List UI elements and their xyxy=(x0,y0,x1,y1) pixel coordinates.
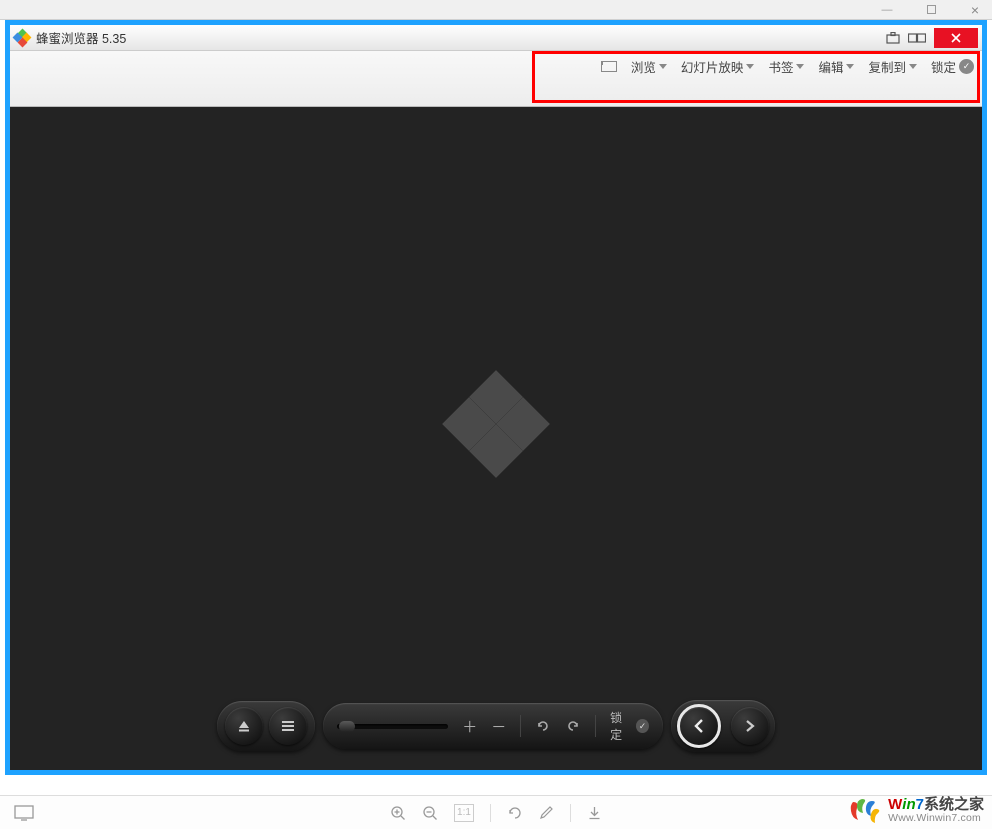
float-group-center: ＋ － 锁定 ✓ xyxy=(323,703,663,749)
app-titlebar: 蜂蜜浏览器 5.35 xyxy=(10,25,982,51)
eject-button[interactable] xyxy=(225,707,263,745)
divider xyxy=(570,804,571,822)
brand-7: 7 xyxy=(916,796,924,813)
browse-menu[interactable]: 浏览 xyxy=(631,57,667,76)
magnify-minus-icon xyxy=(422,805,438,821)
chevron-down-icon xyxy=(909,64,917,69)
check-icon: ✓ xyxy=(959,59,974,74)
app-logo-icon xyxy=(14,30,30,46)
brand-cn: 系统之家 xyxy=(924,796,984,813)
slideshow-menu[interactable]: 幻灯片放映 xyxy=(681,57,755,76)
screen-icon xyxy=(14,805,34,821)
watermark-logo-icon xyxy=(848,796,882,826)
rotate-icon xyxy=(507,805,523,821)
copyto-menu[interactable]: 复制到 xyxy=(868,57,917,76)
lock-button[interactable]: 锁定 ✓ xyxy=(931,57,974,76)
chevron-left-icon xyxy=(691,717,707,735)
app-title: 蜂蜜浏览器 5.35 xyxy=(36,28,126,47)
os-close-button[interactable]: × xyxy=(962,1,988,19)
status-zoom-out-button[interactable] xyxy=(422,805,438,821)
status-view-button[interactable] xyxy=(14,805,34,821)
snapshot-button[interactable] xyxy=(882,29,904,47)
os-minimize-button[interactable]: — xyxy=(874,1,900,19)
float-lock-button[interactable]: 锁定 ✓ xyxy=(610,709,649,743)
status-zoom-in-button[interactable] xyxy=(390,805,406,821)
menu-list-button[interactable] xyxy=(269,707,307,745)
image-viewer-canvas[interactable]: ＋ － 锁定 ✓ xyxy=(10,107,982,770)
status-rotate-button[interactable] xyxy=(507,805,523,821)
zoom-slider[interactable] xyxy=(337,724,448,729)
edit-menu[interactable]: 编辑 xyxy=(818,57,854,76)
chevron-down-icon xyxy=(796,64,804,69)
rotate-ccw-button[interactable] xyxy=(535,718,551,734)
toolbar-menu: 浏览 幻灯片放映 书签 编辑 复制到 锁定 ✓ xyxy=(601,57,974,76)
status-download-button[interactable] xyxy=(587,805,602,821)
download-icon xyxy=(587,805,602,821)
redo-icon xyxy=(565,718,581,734)
prev-button[interactable] xyxy=(677,704,721,748)
os-titlebar: — × xyxy=(0,0,992,20)
os-maximize-button[interactable] xyxy=(918,1,944,19)
float-lock-label: 锁定 xyxy=(610,709,632,743)
status-actual-size-button[interactable]: 1:1 xyxy=(454,804,474,822)
app-window: 蜂蜜浏览器 5.35 浏览 幻灯片放映 xyxy=(5,20,987,775)
divider xyxy=(595,715,596,737)
watermark: Win7系统之家 Www.Winwin7.com xyxy=(848,796,984,826)
menu-icon xyxy=(280,719,296,733)
undo-icon xyxy=(535,718,551,734)
float-group-left xyxy=(217,701,315,751)
slideshow-label: 幻灯片放映 xyxy=(681,57,744,76)
pencil-icon xyxy=(539,805,554,820)
toolbar: 浏览 幻灯片放映 书签 编辑 复制到 锁定 ✓ xyxy=(10,51,982,107)
float-group-nav xyxy=(671,700,775,752)
minimize-icon: — xyxy=(882,4,893,16)
bookmark-label: 书签 xyxy=(768,57,793,76)
fit-screen-icon xyxy=(601,61,617,72)
app-close-button[interactable] xyxy=(934,28,978,48)
close-icon xyxy=(950,32,962,44)
watermark-url: Www.Winwin7.com xyxy=(888,813,984,825)
ratio-label: 1:1 xyxy=(457,807,471,818)
fit-screen-button[interactable] xyxy=(601,61,617,72)
lock-label: 锁定 xyxy=(931,57,956,76)
chevron-down-icon xyxy=(846,64,854,69)
rotate-cw-button[interactable] xyxy=(565,718,581,734)
edit-label: 编辑 xyxy=(818,57,843,76)
brand-w: W xyxy=(888,796,902,813)
dualscreen-button[interactable] xyxy=(906,29,928,47)
check-icon: ✓ xyxy=(636,719,649,733)
status-edit-button[interactable] xyxy=(539,805,554,820)
copyto-label: 复制到 xyxy=(868,57,906,76)
status-center: 1:1 xyxy=(390,804,602,822)
app-title-right xyxy=(882,28,978,48)
watermark-text: Win7系统之家 Www.Winwin7.com xyxy=(888,797,984,825)
zoom-in-button[interactable]: ＋ xyxy=(462,716,477,737)
chevron-right-icon xyxy=(743,718,757,734)
watermark-brand: Win7系统之家 xyxy=(888,797,984,814)
app-title-left: 蜂蜜浏览器 5.35 xyxy=(14,28,126,47)
brand-in: in xyxy=(902,796,915,813)
browse-label: 浏览 xyxy=(631,57,656,76)
maximize-icon xyxy=(927,5,936,14)
eject-icon xyxy=(236,718,252,734)
status-bar: 1:1 xyxy=(0,795,992,829)
divider xyxy=(490,804,491,822)
next-button[interactable] xyxy=(731,707,769,745)
divider xyxy=(520,715,521,737)
placeholder-logo-icon xyxy=(446,374,546,474)
chevron-down-icon xyxy=(746,64,754,69)
chevron-down-icon xyxy=(659,64,667,69)
float-control-bar: ＋ － 锁定 ✓ xyxy=(217,698,775,754)
bookmark-menu[interactable]: 书签 xyxy=(768,57,804,76)
close-icon: × xyxy=(971,2,979,18)
magnify-plus-icon xyxy=(390,805,406,821)
zoom-out-button[interactable]: － xyxy=(491,716,506,737)
